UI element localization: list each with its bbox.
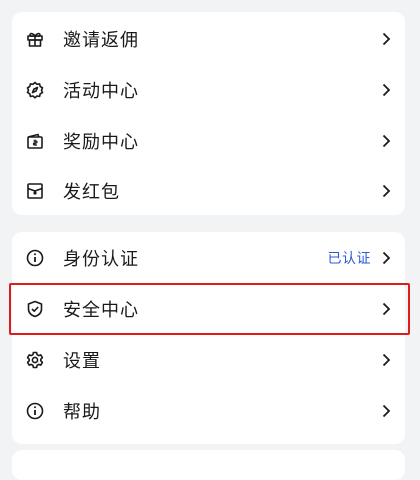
chevron-right-icon [381, 83, 391, 97]
menu-item-label: 奖励中心 [63, 132, 139, 153]
menu-item-invite-rebate[interactable]: 邀请返佣 [12, 14, 405, 64]
menu-item-label: 帮助 [63, 402, 101, 423]
help-icon [25, 401, 45, 421]
verified-status-badge: 已认证 [327, 251, 371, 267]
chevron-right-icon [381, 404, 391, 418]
chevron-right-icon [381, 184, 391, 198]
menu-item-identity-verification[interactable]: 身份认证 已认证 [12, 233, 405, 283]
menu-item-label: 邀请返佣 [63, 30, 139, 51]
menu-item-label: 安全中心 [63, 300, 139, 321]
chevron-right-icon [381, 32, 391, 46]
gear-icon [25, 350, 45, 370]
menu-item-label: 发红包 [63, 182, 120, 203]
gift-icon [25, 29, 45, 49]
menu-card-rewards: 邀请返佣 活动中心 奖励中心 发红包 [12, 12, 405, 215]
menu-item-settings[interactable]: 设置 [12, 335, 405, 385]
wallet-icon [25, 131, 45, 151]
menu-item-send-red-envelope[interactable]: 发红包 [12, 166, 405, 216]
menu-card-account: 身份认证 已认证 安全中心 设置 帮助 [12, 232, 405, 444]
chevron-right-icon [381, 302, 391, 316]
chevron-right-icon [381, 353, 391, 367]
menu-card-more [12, 450, 405, 480]
compass-icon [25, 80, 45, 100]
menu-item-label: 身份认证 [63, 249, 139, 270]
chevron-right-icon [381, 134, 391, 148]
menu-item-help[interactable]: 帮助 [12, 386, 405, 436]
shield-icon [25, 299, 45, 319]
chevron-right-icon [381, 251, 391, 265]
menu-item-activity-center[interactable]: 活动中心 [12, 65, 405, 115]
info-icon [25, 248, 45, 268]
menu-item-reward-center[interactable]: 奖励中心 [12, 116, 405, 166]
menu-item-security-center[interactable]: 安全中心 [12, 284, 405, 334]
menu-item-label: 活动中心 [63, 81, 139, 102]
red-envelope-icon [25, 181, 45, 201]
menu-item-label: 设置 [63, 351, 101, 372]
